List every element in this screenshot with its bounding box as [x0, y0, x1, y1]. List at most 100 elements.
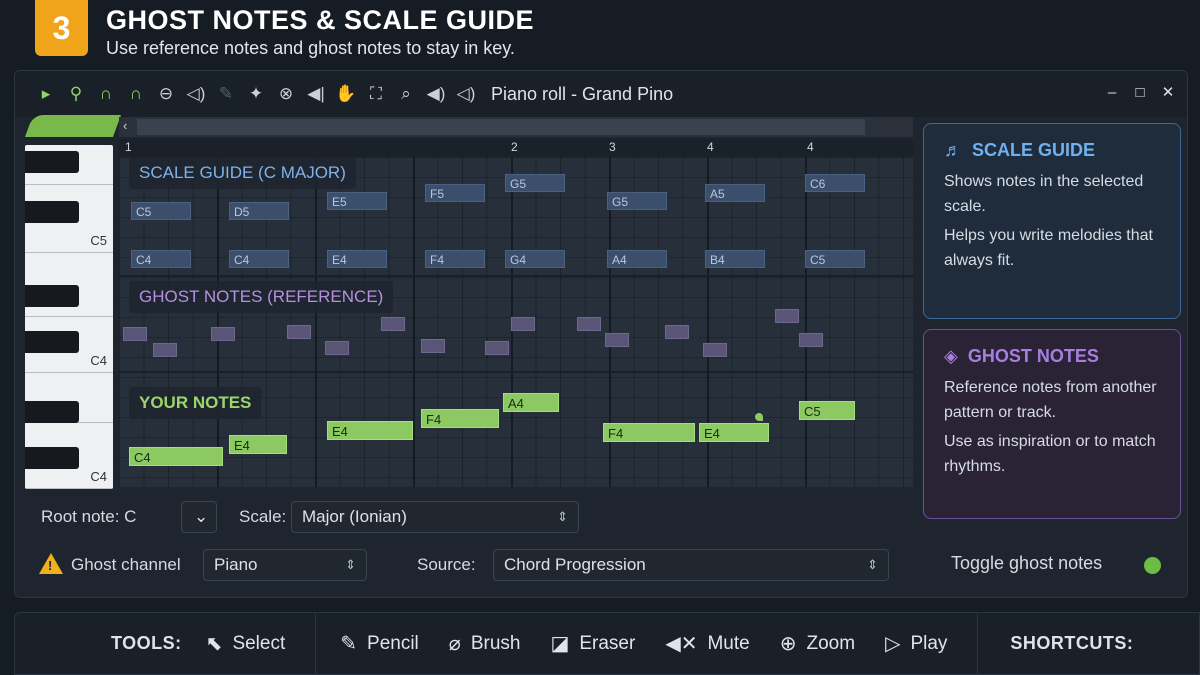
scale-note[interactable]: E4	[327, 250, 387, 268]
your-note[interactable]: C4	[129, 447, 223, 466]
scale-note[interactable]: G5	[505, 174, 565, 192]
timeline[interactable]: 1 2 3 4 4	[119, 139, 913, 157]
scale-note[interactable]: C6	[805, 174, 865, 192]
brush-tool-button[interactable]: ⌀ Brush	[449, 631, 521, 656]
root-note-dropdown[interactable]: ⌄	[181, 501, 217, 533]
scale-note[interactable]: C5	[805, 250, 865, 268]
scrollbar-thumb[interactable]	[137, 119, 865, 135]
ghost-note[interactable]	[577, 317, 601, 331]
ghost-note[interactable]	[325, 341, 349, 355]
pencil-tool-button[interactable]: ✎ Pencil	[340, 631, 419, 656]
white-key[interactable]	[25, 317, 113, 373]
play-icon[interactable]: ▸	[31, 79, 61, 109]
scroll-left-icon[interactable]: ‹	[123, 118, 127, 133]
magnet-icon[interactable]: ⚲	[61, 79, 91, 109]
ghost-note[interactable]	[485, 341, 509, 355]
piano-keyboard[interactable]: C5 C4 C4	[25, 145, 113, 489]
your-note[interactable]: E4	[699, 423, 769, 442]
brush-icon[interactable]: ✦	[241, 79, 271, 109]
ghost-notes-label: GHOST NOTES (REFERENCE)	[129, 281, 394, 313]
portamento-icon[interactable]: ∩	[121, 79, 151, 109]
ghost-note[interactable]	[421, 339, 445, 353]
ghost-notes-toggle[interactable]	[1144, 557, 1161, 574]
toggle-ghost-notes-row[interactable]: Toggle ghost notes	[923, 545, 1181, 585]
black-key[interactable]	[25, 151, 79, 173]
section-divider	[119, 371, 913, 373]
slide-icon[interactable]: ∩	[91, 79, 121, 109]
chevron-updown-icon: ⇕	[557, 509, 568, 524]
zoom-icon[interactable]: ⌕	[391, 79, 421, 109]
ghost-note[interactable]	[153, 343, 177, 357]
scale-select[interactable]: Major (Ionian) ⇕	[291, 501, 579, 533]
ghost-note[interactable]	[665, 325, 689, 339]
output-icon[interactable]: ◁)	[451, 79, 481, 109]
your-notes-label: YOUR NOTES	[129, 387, 262, 419]
your-note[interactable]: E4	[327, 421, 413, 440]
ghost-notes-title: GHOST NOTES	[967, 346, 1099, 366]
bar-number: 1	[125, 140, 132, 154]
warning-icon: !	[39, 553, 63, 574]
mute-icon[interactable]: ◀|	[301, 79, 331, 109]
scale-note[interactable]: D5	[229, 202, 289, 220]
scale-note[interactable]: E5	[327, 192, 387, 210]
ghost-note[interactable]	[775, 309, 799, 323]
step-badge: 3	[35, 0, 88, 56]
scale-note[interactable]: C4	[131, 250, 191, 268]
speaker-icon[interactable]: ◁)	[181, 79, 211, 109]
volume-icon[interactable]: ◀)	[421, 79, 451, 109]
note-grid[interactable]: SCALE GUIDE (C MAJOR) GHOST NOTES (REFER…	[119, 157, 913, 487]
black-key[interactable]	[25, 401, 79, 423]
keyboard-tab[interactable]	[25, 115, 122, 137]
tools-label: TOOLS:	[111, 633, 182, 653]
ghost-channel-select[interactable]: Piano ⇕	[203, 549, 367, 581]
brush-icon: ⌀	[448, 633, 461, 655]
your-note[interactable]: A4	[503, 393, 559, 412]
ghost-note[interactable]	[511, 317, 535, 331]
scale-note[interactable]: F5	[425, 184, 485, 202]
mute-tool-button[interactable]: ◀✕ Mute	[665, 631, 749, 656]
scale-note[interactable]: F4	[425, 250, 485, 268]
select-icon[interactable]: ⛶	[361, 79, 391, 109]
delete-icon[interactable]: ⊗	[271, 79, 301, 109]
slice-icon[interactable]: ✋	[331, 79, 361, 109]
ghost-note[interactable]	[605, 333, 629, 347]
select-tool-button[interactable]: ⬉ Select	[206, 631, 286, 656]
bar-number: 3	[609, 140, 616, 154]
your-note[interactable]: C5	[799, 401, 855, 420]
window-title: Piano roll - Grand Pino	[491, 83, 674, 104]
stop-circle-icon[interactable]: ⊖	[151, 79, 181, 109]
ghost-note[interactable]	[123, 327, 147, 341]
scale-note[interactable]: A4	[607, 250, 667, 268]
ghost-notes-text: Use as inspiration or to match rhythms.	[944, 433, 1156, 475]
scale-note[interactable]: A5	[705, 184, 765, 202]
maximize-button[interactable]: □	[1131, 81, 1149, 103]
ghost-note[interactable]	[211, 327, 235, 341]
scale-note[interactable]: C4	[229, 250, 289, 268]
scale-note[interactable]: B4	[705, 250, 765, 268]
close-button[interactable]: ✕	[1159, 81, 1177, 103]
ghost-note[interactable]	[381, 317, 405, 331]
piano-roll-toolbar: ▸ ⚲ ∩ ∩ ⊖ ◁) ✎ ✦ ⊗ ◀| ✋ ⛶ ⌕ ◀) ◁) Piano …	[15, 71, 1187, 117]
mute-tool-label: Mute	[707, 632, 750, 654]
pencil-icon[interactable]: ✎	[211, 79, 241, 109]
black-key[interactable]	[25, 285, 79, 307]
eraser-tool-button[interactable]: ◪ Eraser	[550, 631, 635, 656]
scale-note[interactable]: G5	[607, 192, 667, 210]
white-key[interactable]	[25, 185, 113, 253]
piano-roll-window: ▸ ⚲ ∩ ∩ ⊖ ◁) ✎ ✦ ⊗ ◀| ✋ ⛶ ⌕ ◀) ◁) Piano …	[14, 70, 1188, 598]
minimize-button[interactable]: –	[1103, 81, 1121, 103]
zoom-tool-button[interactable]: ⊕ Zoom	[780, 631, 855, 656]
your-note[interactable]: E4	[229, 435, 287, 454]
ghost-notes-icon: ◈	[944, 346, 958, 366]
ghost-note[interactable]	[287, 325, 311, 339]
your-note[interactable]: F4	[603, 423, 695, 442]
play-tool-button[interactable]: ▷ Play	[885, 631, 947, 656]
ghost-note[interactable]	[799, 333, 823, 347]
source-select[interactable]: Chord Progression ⇕	[493, 549, 889, 581]
scale-note[interactable]: C5	[131, 202, 191, 220]
horizontal-scrollbar[interactable]: ‹	[119, 117, 913, 137]
scale-note[interactable]: G4	[505, 250, 565, 268]
pencil-tool-label: Pencil	[367, 632, 419, 654]
ghost-note[interactable]	[703, 343, 727, 357]
your-note[interactable]: F4	[421, 409, 499, 428]
